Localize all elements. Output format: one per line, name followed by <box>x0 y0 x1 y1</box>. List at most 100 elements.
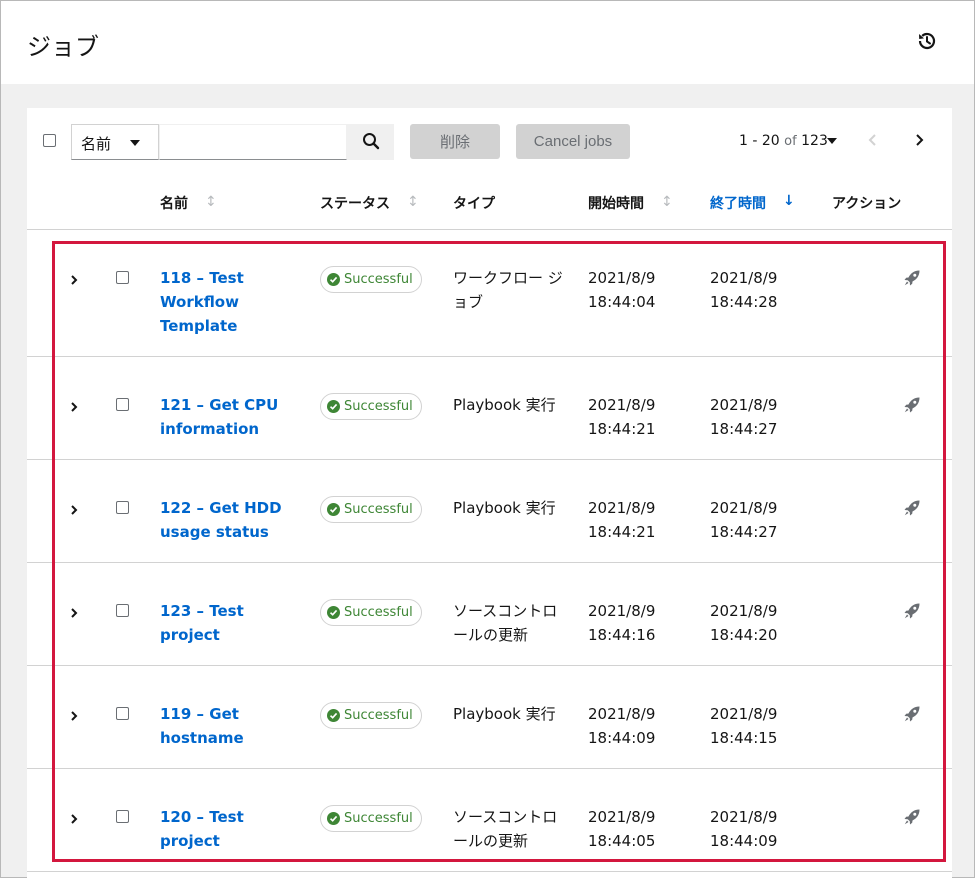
rocket-icon <box>903 397 921 418</box>
chevron-left-icon <box>868 134 876 146</box>
start-date: 2021/8/9 <box>588 396 656 414</box>
caret-down-icon <box>130 140 140 146</box>
pagination-menu-toggle[interactable] <box>827 138 837 144</box>
expand-row-toggle[interactable] <box>67 272 81 286</box>
expand-row-toggle[interactable] <box>67 399 81 413</box>
relaunch-button[interactable] <box>903 705 921 723</box>
filter-field-label: 名前 <box>81 135 112 153</box>
table-row: 122 – Get HDD usage status Successful Play… <box>27 460 952 563</box>
start-time: 2021/8/9 18:44:21 <box>588 496 688 544</box>
end-clock: 18:44:28 <box>710 293 778 311</box>
chevron-right-icon <box>67 708 81 727</box>
column-header-name[interactable]: 名前 <box>160 193 188 213</box>
row-checkbox[interactable] <box>116 398 129 411</box>
job-name-link[interactable]: 123 – Test project <box>160 599 295 647</box>
job-name-link[interactable]: 122 – Get HDD usage status <box>160 496 295 544</box>
relaunch-button[interactable] <box>903 808 921 826</box>
row-checkbox[interactable] <box>116 810 129 823</box>
success-check-icon <box>327 400 340 413</box>
start-date: 2021/8/9 <box>588 808 656 826</box>
expand-row-toggle[interactable] <box>67 605 81 619</box>
page-header: ジョブ <box>1 1 974 84</box>
table-row: 120 – Test project Successful ソースコントロールの更新… <box>27 769 952 872</box>
job-name-link[interactable]: 120 – Test project <box>160 805 295 853</box>
jobs-list-card: 名前 削除 Cancel jobs 1 - 20 of 123 名前 ↕ ステー… <box>27 108 952 878</box>
success-check-icon <box>327 273 340 286</box>
column-header-status[interactable]: ステータス <box>320 193 390 213</box>
pagination-range: 1 - 20 of 123 <box>739 133 828 149</box>
end-time: 2021/8/9 18:44:28 <box>710 266 810 314</box>
success-check-icon <box>327 606 340 619</box>
expand-row-toggle[interactable] <box>67 811 81 825</box>
end-time: 2021/8/9 18:44:27 <box>710 393 810 441</box>
sort-icon[interactable]: ↕ <box>205 194 217 210</box>
start-date: 2021/8/9 <box>588 705 656 723</box>
row-checkbox[interactable] <box>116 501 129 514</box>
job-name-link[interactable]: 118 – Test Workflow Template <box>160 266 295 338</box>
success-check-icon <box>327 812 340 825</box>
start-time: 2021/8/9 18:44:05 <box>588 805 688 853</box>
delete-button[interactable]: 削除 <box>410 124 500 159</box>
sort-descending-icon[interactable]: ↓ <box>783 193 795 209</box>
next-page-button[interactable] <box>909 130 929 150</box>
column-header-type: タイプ <box>453 196 495 212</box>
relaunch-button[interactable] <box>903 269 921 287</box>
chevron-right-icon <box>67 272 81 291</box>
job-type: Playbook 実行 <box>453 499 556 517</box>
search-input[interactable] <box>159 124 347 160</box>
select-all-checkbox[interactable] <box>43 134 56 147</box>
status-label: Successful <box>344 708 413 723</box>
column-header-actions: アクション <box>832 196 902 212</box>
end-clock: 18:44:27 <box>710 523 778 541</box>
cancel-jobs-button[interactable]: Cancel jobs <box>516 124 630 159</box>
end-clock: 18:44:27 <box>710 420 778 438</box>
start-clock: 18:44:05 <box>588 832 656 850</box>
row-checkbox[interactable] <box>116 604 129 617</box>
status-badge: Successful <box>320 496 422 523</box>
expand-row-toggle[interactable] <box>67 708 81 722</box>
search-button[interactable] <box>347 124 394 160</box>
relaunch-button[interactable] <box>903 602 921 620</box>
relaunch-button[interactable] <box>903 499 921 517</box>
job-name-link[interactable]: 119 – Get hostname <box>160 702 295 750</box>
row-checkbox[interactable] <box>116 271 129 284</box>
start-date: 2021/8/9 <box>588 499 656 517</box>
pagination-total: 123 <box>801 133 828 149</box>
start-date: 2021/8/9 <box>588 269 656 287</box>
end-clock: 18:44:09 <box>710 832 778 850</box>
status-badge: Successful <box>320 393 422 420</box>
chevron-right-icon <box>67 605 81 624</box>
job-name-link[interactable]: 121 – Get CPU information <box>160 393 295 441</box>
job-type: ワークフロー ジョブ <box>453 269 563 311</box>
end-date: 2021/8/9 <box>710 396 778 414</box>
start-clock: 18:44:21 <box>588 420 656 438</box>
row-checkbox[interactable] <box>116 707 129 720</box>
filter-field-select[interactable]: 名前 <box>71 124 159 160</box>
start-date: 2021/8/9 <box>588 602 656 620</box>
end-time: 2021/8/9 18:44:27 <box>710 496 810 544</box>
start-clock: 18:44:21 <box>588 523 656 541</box>
status-badge: Successful <box>320 599 422 626</box>
end-date: 2021/8/9 <box>710 705 778 723</box>
status-badge: Successful <box>320 805 422 832</box>
pagination-range-value: 1 - 20 <box>739 133 780 149</box>
job-type: ソースコントロールの更新 <box>453 602 558 644</box>
status-label: Successful <box>344 272 413 287</box>
sort-icon[interactable]: ↕ <box>407 194 419 210</box>
column-header-finished[interactable]: 終了時間 <box>710 193 766 213</box>
end-time: 2021/8/9 18:44:15 <box>710 702 810 750</box>
column-header-started[interactable]: 開始時間 <box>588 193 644 213</box>
chevron-right-icon <box>67 811 81 830</box>
end-time: 2021/8/9 18:44:09 <box>710 805 810 853</box>
job-type: Playbook 実行 <box>453 396 556 414</box>
chevron-right-icon <box>67 502 81 521</box>
sort-icon[interactable]: ↕ <box>661 194 673 210</box>
end-clock: 18:44:15 <box>710 729 778 747</box>
previous-page-button[interactable] <box>863 130 883 150</box>
activity-stream-button[interactable] <box>915 29 939 53</box>
relaunch-button[interactable] <box>903 396 921 414</box>
start-time: 2021/8/9 18:44:21 <box>588 393 688 441</box>
end-date: 2021/8/9 <box>710 269 778 287</box>
expand-row-toggle[interactable] <box>67 502 81 516</box>
chevron-right-icon <box>916 134 924 146</box>
